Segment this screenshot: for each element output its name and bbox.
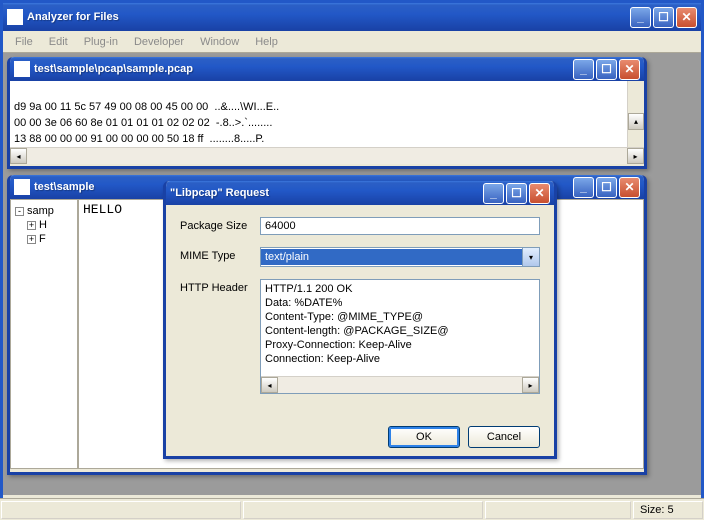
hex-window: test\sample\pcap\sample.pcap _ ☐ ✕ d9 9a…: [7, 57, 647, 169]
hex-view[interactable]: d9 9a 00 11 5c 57 49 00 08 00 45 00 00 .…: [10, 81, 644, 147]
http-header-value: HTTP/1.1 200 OK Data: %DATE% Content-Typ…: [261, 280, 539, 376]
main-close-button[interactable]: ✕: [676, 7, 697, 28]
main-titlebar: Analyzer for Files _ ☐ ✕: [3, 3, 701, 31]
cancel-button[interactable]: Cancel: [468, 426, 540, 448]
tree-close-button[interactable]: ✕: [619, 177, 640, 198]
hex-maximize-button[interactable]: ☐: [596, 59, 617, 80]
package-size-input[interactable]: [260, 217, 540, 235]
tree-minimize-button[interactable]: _: [573, 177, 594, 198]
chevron-down-icon[interactable]: ▾: [522, 248, 539, 266]
tree-maximize-button[interactable]: ☐: [596, 177, 617, 198]
scroll-left-icon[interactable]: ◂: [10, 148, 27, 164]
dialog-maximize-button[interactable]: ☐: [506, 183, 527, 204]
tree-root[interactable]: samp: [27, 205, 54, 217]
scroll-right-icon[interactable]: ▸: [627, 148, 644, 164]
hex-window-title: test\sample\pcap\sample.pcap: [34, 63, 573, 75]
package-size-label: Package Size: [180, 217, 260, 232]
mdi-area: test\sample\pcap\sample.pcap _ ☐ ✕ d9 9a…: [3, 53, 701, 495]
menu-help[interactable]: Help: [247, 34, 286, 50]
hex-close-button[interactable]: ✕: [619, 59, 640, 80]
document-icon: [14, 179, 30, 195]
dialog-title: "Libpcap" Request: [170, 187, 483, 199]
menu-plugin[interactable]: Plug-in: [76, 34, 126, 50]
hex-vscroll[interactable]: ▴: [627, 81, 644, 147]
tree-view[interactable]: -samp +H +F: [10, 199, 78, 469]
menu-developer[interactable]: Developer: [126, 34, 192, 50]
document-icon: [14, 61, 30, 77]
scroll-up-icon[interactable]: ▴: [628, 113, 644, 130]
expand-icon[interactable]: +: [27, 235, 36, 244]
collapse-icon[interactable]: -: [15, 207, 24, 216]
tree-node[interactable]: F: [39, 233, 46, 245]
http-header-textarea[interactable]: HTTP/1.1 200 OK Data: %DATE% Content-Typ…: [260, 279, 540, 394]
mime-type-select[interactable]: text/plain ▾: [260, 247, 540, 267]
app-icon: [7, 9, 23, 25]
main-title: Analyzer for Files: [27, 11, 630, 23]
hex-hscroll[interactable]: ◂ ▸: [10, 147, 644, 164]
menubar: File Edit Plug-in Developer Window Help: [3, 31, 701, 53]
tree-node[interactable]: H: [39, 219, 47, 231]
dialog-minimize-button[interactable]: _: [483, 183, 504, 204]
mime-type-label: MIME Type: [180, 247, 260, 262]
status-size: Size: 5: [633, 501, 703, 519]
menu-window[interactable]: Window: [192, 34, 247, 50]
expand-icon[interactable]: +: [27, 221, 36, 230]
statusbar: Size: 5: [0, 498, 704, 520]
status-cell: [485, 501, 631, 519]
mime-type-value: text/plain: [261, 249, 522, 265]
http-header-label: HTTP Header: [180, 279, 260, 294]
request-dialog: "Libpcap" Request _ ☐ ✕ Package Size MIM…: [163, 181, 557, 459]
main-maximize-button[interactable]: ☐: [653, 7, 674, 28]
status-cell: [1, 501, 241, 519]
hex-minimize-button[interactable]: _: [573, 59, 594, 80]
main-minimize-button[interactable]: _: [630, 7, 651, 28]
menu-edit[interactable]: Edit: [41, 34, 76, 50]
scroll-right-icon[interactable]: ▸: [522, 377, 539, 393]
status-cell: [243, 501, 483, 519]
scroll-left-icon[interactable]: ◂: [261, 377, 278, 393]
dialog-close-button[interactable]: ✕: [529, 183, 550, 204]
ok-button[interactable]: OK: [388, 426, 460, 448]
menu-file[interactable]: File: [7, 34, 41, 50]
